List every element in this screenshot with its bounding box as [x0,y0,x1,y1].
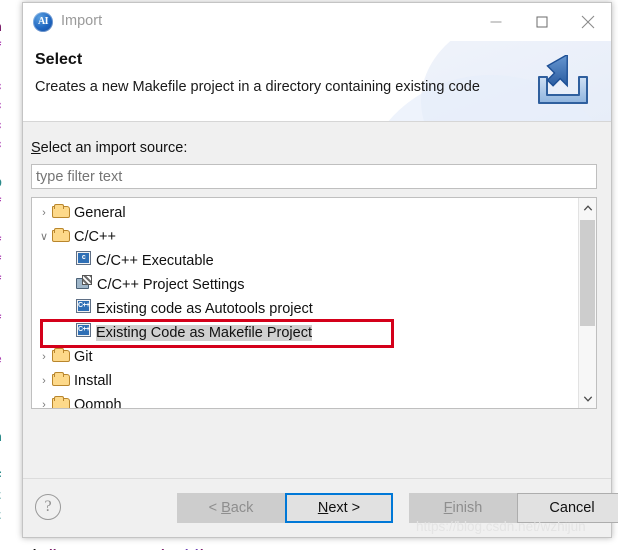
cdt-glyph-text: C++ [78,301,90,312]
tree-item-c-c-project-settings[interactable]: C/C++ Project Settings [32,273,579,297]
app-logo-icon: AI [33,12,53,32]
close-icon [581,15,595,29]
chevron-right-icon[interactable]: › [36,369,52,393]
dialog-title-bar: AI Import [23,3,611,41]
next-button-rest: ext > [328,500,361,516]
maximize-icon [536,16,548,28]
folder-glyph [52,396,70,408]
dialog-footer: ? < Back Next > Finish Cancel [23,478,618,537]
tree-item-label: Oomph [74,397,122,409]
tree-item-git[interactable]: › Git [32,345,579,369]
import-arrow-icon [538,55,588,104]
tree-item-general[interactable]: › General [32,201,579,225]
back-button-rest: ack [230,500,254,516]
scroll-down-button[interactable] [579,389,596,408]
cpp-file-icon: C++ [76,297,91,321]
tree-item-existing-code-as-makefile-project[interactable]: C++ Existing Code as Makefile Project [32,321,579,345]
app-logo-text: AI [37,16,49,27]
filter-input[interactable] [31,164,597,189]
tree-item-oomph[interactable]: › Oomph [32,393,579,409]
folder-glyph [52,372,70,387]
c-file-icon: c [76,249,91,273]
dialog-body: Select an import source: › General ∨ C/C++ c… [23,122,611,479]
tree-item-label: Existing code as Autotools project [96,301,313,318]
cpp-file-icon: C++ [76,321,91,345]
tree-item-label: General [74,205,126,222]
tree-item-c-c-executable[interactable]: c C/C++ Executable [32,249,579,273]
chevron-down-icon [583,395,592,402]
cdt-glyph-text: C++ [78,325,90,336]
folder-glyph [52,228,70,243]
tree-scrollbar[interactable] [578,198,596,408]
cdt-glyph: C++ [76,323,91,338]
scrollbar-thumb[interactable] [580,220,595,326]
import-source-tree[interactable]: › General ∨ C/C++ c C/C++ Executable C/C++ Pro… [31,197,597,409]
import-source-label: Select an import source: [31,140,187,156]
folder-glyph [52,204,70,219]
tree-item-label: Existing Code as Makefile Project [96,325,312,342]
back-button-accel: B [221,500,231,516]
folder-icon [52,201,70,225]
tree-rows-container: › General ∨ C/C++ c C/C++ Executable C/C++ Pro… [32,198,579,408]
import-source-label-rest: elect an import source: [40,140,188,156]
tree-item-existing-code-as-autotools-project[interactable]: C++ Existing code as Autotools project [32,297,579,321]
chevron-right-icon[interactable]: › [36,345,52,369]
dialog-title: Import [61,13,103,29]
folder-icon [52,393,70,408]
finish-button[interactable]: Finish [409,493,517,523]
page-description: Creates a new Makefile project in a dire… [35,79,480,95]
tree-item-label: C/C++ Project Settings [97,277,245,294]
cdt-glyph: C++ [76,299,91,314]
tree-item-label: Git [74,349,93,366]
finish-button-rest: inish [452,500,483,516]
close-button[interactable] [565,3,611,41]
cancel-button[interactable]: Cancel [517,493,618,523]
project-settings-icon [76,273,92,297]
cdt-glyph-text: c [78,253,89,264]
cdt-glyph: c [76,251,91,266]
minimize-button[interactable] [473,3,519,41]
tree-item-label: C/C++ Executable [96,253,214,270]
chevron-right-icon[interactable]: › [36,393,52,408]
next-button-accel: N [317,500,329,516]
tree-item-c-c[interactable]: ∨ C/C++ [32,225,579,249]
tree-item-label: Install [74,373,112,390]
settings-glyph [76,275,92,290]
folder-icon [52,369,70,393]
back-button-prefix: < [208,500,222,516]
import-source-label-accel: S [31,140,41,156]
maximize-button[interactable] [519,3,565,41]
dialog-header: Select Creates a new Makefile project in… [23,41,611,122]
tree-item-label: C/C++ [74,229,116,246]
folder-icon [52,225,70,249]
tree-item-install[interactable]: › Install [32,369,579,393]
help-button[interactable]: ? [35,494,61,520]
chevron-down-icon[interactable]: ∨ [36,225,52,249]
next-button[interactable]: Next > [285,493,393,523]
folder-glyph [52,348,70,363]
chevron-right-icon[interactable]: › [36,201,52,225]
folder-icon [52,345,70,369]
import-dialog: AI Import Select Creates a new Makefile … [22,2,618,538]
minimize-icon [490,21,502,23]
finish-button-accel: F [443,500,453,516]
back-button[interactable]: < Back [177,493,285,523]
chevron-up-icon [583,204,592,211]
scroll-up-button[interactable] [579,198,596,217]
page-title: Select [35,51,83,68]
